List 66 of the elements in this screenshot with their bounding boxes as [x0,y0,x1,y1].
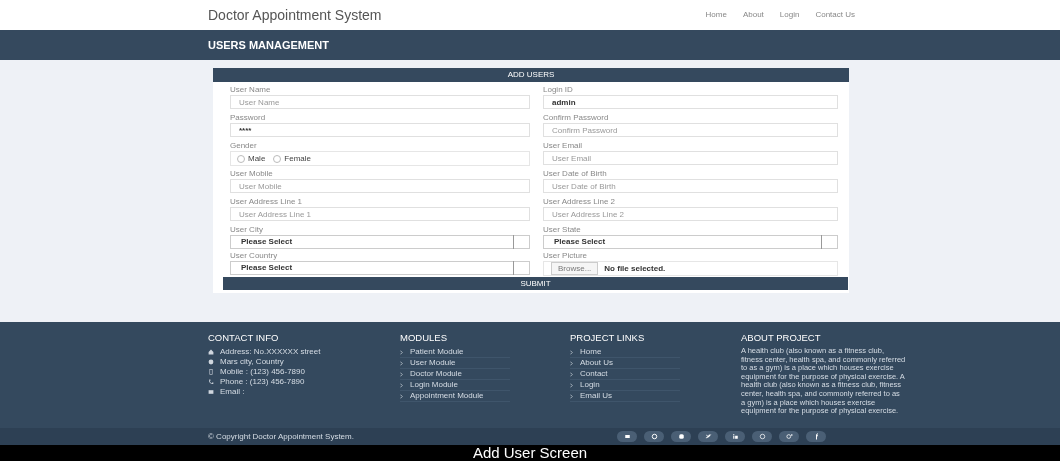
facebook-icon[interactable] [806,431,826,442]
input-field[interactable]: Confirm Password [543,123,838,137]
select-field[interactable]: Please Select [543,235,838,249]
footer-link[interactable]: Appointment Module [400,391,510,402]
form-title: ADD USERS [507,69,555,81]
field-label: Confirm Password [543,113,610,123]
footer-link[interactable]: Login [570,380,680,391]
nav-link[interactable]: Login [779,9,800,21]
field-label: Login ID [543,85,574,95]
input-field[interactable]: User Address Line 1 [230,207,530,221]
field-label: User Address Line 1 [230,197,304,207]
radio-label: Female [284,152,312,165]
field-label: User City [230,225,264,235]
nav-link[interactable]: About [742,9,764,21]
field-label: User Date of Birth [543,169,608,179]
file-status: No file selected. [604,262,666,275]
footer-link[interactable]: User Module [400,358,510,369]
input-field[interactable]: admin [543,95,838,109]
field-label: User Mobile [230,169,274,179]
field-label: User Name [230,85,272,95]
footer-link[interactable]: Home [570,347,680,358]
footer-heading: MODULES [400,332,448,343]
nav-link[interactable]: Home [705,9,727,21]
copyright-text: © Copyright Doctor Appointment System. [208,430,354,443]
phone-icon [208,379,214,385]
footer-link[interactable]: About Us [570,358,680,369]
field-label: User Email [543,141,584,151]
footer-link[interactable]: Doctor Module [400,369,510,380]
input-field[interactable]: User Address Line 2 [543,207,838,221]
home-icon [208,349,214,355]
contact-text: Phone : (123) 456-7890 [220,377,305,387]
mobile-icon [208,369,214,375]
select-field[interactable]: Please Select [230,235,530,249]
input-field[interactable]: User Name [230,95,530,109]
field-label: User Country [230,251,279,261]
browse-button[interactable]: Browse... [551,262,599,275]
select-field[interactable]: Please Select [230,261,530,275]
field-label: Gender [230,141,258,151]
field-label: User State [543,225,582,235]
submit-button[interactable]: SUBMIT [223,277,848,290]
contact-text: Address: No.XXXXXX street [220,347,321,357]
input-field[interactable]: **** [230,123,530,137]
footer-heading: PROJECT LINKS [570,332,646,343]
input-field[interactable]: User Mobile [230,179,530,193]
contact-text: Email : [220,387,245,397]
footer-link[interactable]: Email Us [570,391,680,402]
input-field[interactable]: User Email [543,151,838,165]
footer-link[interactable]: Patient Module [400,347,510,358]
contact-text: Mobile : (123) 456-7890 [220,367,305,377]
linkedin-icon[interactable] [725,431,745,442]
nav-link[interactable]: Contact Us [815,9,855,21]
field-label: User Address Line 2 [543,197,617,207]
caption: Add User Screen [472,445,588,461]
site-title: Doctor Appointment System [208,5,382,25]
globe-icon [208,359,214,365]
footer-heading: ABOUT PROJECT [741,332,822,343]
contact-text: Mars city, Country [220,357,284,367]
footer-link[interactable]: Contact [570,369,680,380]
mail-icon [208,389,214,395]
footer-link[interactable]: Login Module [400,380,510,391]
field-label: User Picture [543,251,588,261]
footer-heading: CONTACT INFO [208,332,280,343]
input-field[interactable]: User Date of Birth [543,179,838,193]
field-label: Password [230,113,267,123]
page-title: USERS MANAGEMENT [208,37,329,53]
radio-label: Male [248,152,266,165]
